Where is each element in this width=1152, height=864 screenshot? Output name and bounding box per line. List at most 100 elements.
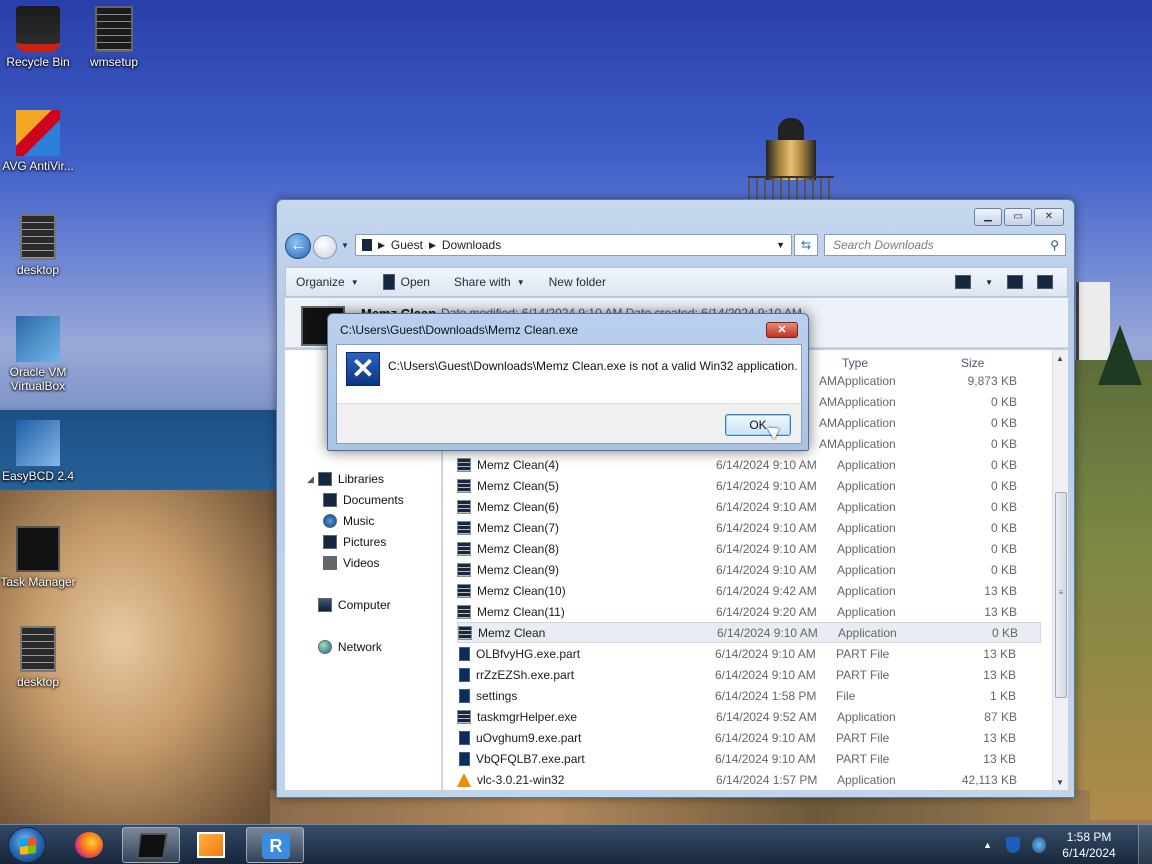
file-row[interactable]: Memz Clean(10) 6/14/2024 9:42 AM Applicati… xyxy=(457,580,1041,601)
nav-music[interactable]: Music xyxy=(323,514,374,528)
nav-libraries[interactable]: ◢ Libraries xyxy=(307,472,384,486)
show-desktop-button[interactable] xyxy=(1138,825,1152,864)
computer-icon xyxy=(317,598,332,612)
file-row[interactable]: Memz Clean(11) 6/14/2024 9:20 AM Applicati… xyxy=(457,601,1041,622)
file-name: vlc-3.0.21-win32 xyxy=(477,772,565,787)
breadcrumb-downloads[interactable]: Downloads xyxy=(442,238,501,252)
address-bar[interactable]: ▶ Guest ▶ Downloads ▼ xyxy=(355,234,792,256)
desktop-icon-desktop-2[interactable]: desktop xyxy=(0,626,76,689)
column-header-type[interactable]: Type xyxy=(842,356,868,370)
taskbar-explorer[interactable] xyxy=(122,827,180,863)
nav-pictures[interactable]: Pictures xyxy=(323,535,386,549)
forward-button[interactable] xyxy=(313,235,337,259)
change-view-icon[interactable] xyxy=(955,275,972,289)
chevron-down-icon[interactable]: ▼ xyxy=(985,278,993,287)
expand-arrow-icon[interactable]: ◢ xyxy=(307,474,314,485)
file-row[interactable]: vlc-3.0.21-win32 6/14/2024 1:57 PM Applica… xyxy=(457,769,1041,790)
file-row[interactable]: Memz Clean(7) 6/14/2024 9:10 AM Applicatio… xyxy=(457,517,1041,538)
network-status-icon[interactable] xyxy=(1032,837,1046,853)
scroll-up-icon[interactable]: ▲ xyxy=(1056,354,1064,363)
desktop-icon-label: Recycle Bin xyxy=(6,55,70,69)
desktop-icon-desktop-1[interactable]: desktop xyxy=(0,214,76,277)
scroll-thumb[interactable]: ≡ xyxy=(1055,492,1067,698)
file-name: Memz Clean(11) xyxy=(477,604,565,619)
desktop-icon-recycle-bin[interactable]: Recycle Bin xyxy=(0,6,76,69)
nav-label: Libraries xyxy=(337,472,384,486)
breadcrumb-arrow-icon[interactable]: ▶ xyxy=(429,240,436,251)
nav-network[interactable]: ◢ Network xyxy=(307,640,382,654)
application-icon xyxy=(457,457,471,472)
maximize-button[interactable]: ▭ xyxy=(1004,208,1032,226)
new-folder-button[interactable]: New folder xyxy=(549,275,606,289)
vertical-scrollbar[interactable]: ▲ ≡ ▼ xyxy=(1052,350,1068,790)
desktop-icon-avg[interactable]: AVG AntiVir... xyxy=(0,110,76,173)
taskbar-media-player[interactable] xyxy=(182,827,240,863)
share-with-button[interactable]: Share with ▼ xyxy=(454,275,525,289)
videos-icon xyxy=(323,556,337,570)
breadcrumb-arrow-icon[interactable]: ▶ xyxy=(378,240,385,251)
file-row[interactable]: taskmgrHelper.exe 6/14/2024 9:52 AM Applic… xyxy=(457,706,1041,727)
file-row[interactable]: uOvghum9.exe.part 6/14/2024 9:10 AM PART F… xyxy=(457,727,1041,748)
file-row[interactable]: OLBfvyHG.exe.part 6/14/2024 9:10 AM PART F… xyxy=(457,643,1041,664)
app-icon xyxy=(382,274,395,290)
file-row[interactable]: settings 6/14/2024 1:58 PM File 1 KB xyxy=(457,685,1041,706)
file-row[interactable]: VbQFQLB7.exe.part 6/14/2024 9:10 AM PART F… xyxy=(457,748,1041,769)
search-icon[interactable]: ⚲ xyxy=(1050,235,1059,255)
start-button[interactable] xyxy=(8,827,46,863)
desktop-icon-easybcd[interactable]: EasyBCD 2.4 xyxy=(0,420,76,483)
open-label: Open xyxy=(400,275,430,289)
nav-computer[interactable]: ◢ Computer xyxy=(307,598,391,612)
minimize-button[interactable]: ▁ xyxy=(974,208,1002,226)
file-size: 0 KB xyxy=(990,562,1017,577)
file-row[interactable]: Memz Clean(9) 6/14/2024 9:10 AM Applicatio… xyxy=(457,559,1041,580)
show-hidden-icons-icon[interactable]: ▲ xyxy=(983,840,992,850)
file-row[interactable]: Memz Clean 6/14/2024 9:10 AM Application 0 … xyxy=(457,622,1041,643)
desktop-icon-label: wmsetup xyxy=(89,55,139,69)
file-size: 1 KB xyxy=(989,688,1016,703)
desktop-icon-task-manager[interactable]: Task Manager xyxy=(0,526,76,589)
recent-pages-dropdown[interactable]: ▼ xyxy=(341,241,349,250)
dialog-close-button[interactable]: ✕ xyxy=(766,322,798,338)
file-size: 0 KB xyxy=(990,541,1017,556)
desktop-icon-virtualbox[interactable]: Oracle VM VirtualBox xyxy=(0,316,76,393)
desktop-icon-label: Oracle VM VirtualBox xyxy=(9,365,67,393)
search-input[interactable]: Search Downloads ⚲ xyxy=(824,234,1066,256)
close-button[interactable]: ✕ xyxy=(1034,208,1064,226)
file-row[interactable]: Memz Clean(8) 6/14/2024 9:10 AM Applicatio… xyxy=(457,538,1041,559)
file-size: 0 KB xyxy=(990,478,1017,493)
clock[interactable]: 1:58 PM 6/14/2024 xyxy=(1058,829,1120,861)
file-date: 6/14/2024 9:10 AM xyxy=(715,667,816,682)
file-row[interactable]: Memz Clean(4) 6/14/2024 9:10 AM Applicatio… xyxy=(457,454,1041,475)
taskbar-firefox[interactable] xyxy=(60,827,118,863)
column-header-size[interactable]: Size xyxy=(961,356,984,370)
file-date: 6/14/2024 9:10 AM xyxy=(716,520,817,535)
file-name: VbQFQLB7.exe.part xyxy=(476,751,585,766)
documents-icon xyxy=(323,493,337,507)
desktop-icon-wmsetup[interactable]: wmsetup xyxy=(76,6,152,69)
file-name: Memz Clean(6) xyxy=(477,499,560,514)
help-icon[interactable] xyxy=(1037,275,1053,289)
file-type: Application xyxy=(837,373,896,388)
security-shield-icon[interactable] xyxy=(1006,837,1020,853)
file-row[interactable]: Memz Clean(5) 6/14/2024 9:10 AM Applicatio… xyxy=(457,475,1041,496)
file-type: Application xyxy=(837,415,896,430)
breadcrumb-guest[interactable]: Guest xyxy=(391,238,423,252)
address-dropdown-icon[interactable]: ▼ xyxy=(776,240,785,250)
back-button[interactable]: ← xyxy=(285,233,311,259)
file-size: 13 KB xyxy=(984,604,1017,619)
preview-pane-icon[interactable] xyxy=(1007,275,1023,289)
refresh-button[interactable]: ⇆ xyxy=(794,234,818,256)
nav-videos[interactable]: Videos xyxy=(323,556,379,570)
nav-documents[interactable]: Documents xyxy=(323,493,404,507)
file-size: 13 KB xyxy=(983,730,1016,745)
file-row[interactable]: Memz Clean(6) 6/14/2024 9:10 AM Applicatio… xyxy=(457,496,1041,517)
avg-antivirus-icon xyxy=(16,110,60,156)
file-row[interactable]: rrZzEZSh.exe.part 6/14/2024 9:10 AM PART F… xyxy=(457,664,1041,685)
taskbar-vnc[interactable]: R xyxy=(246,827,304,863)
dialog-title: C:\Users\Guest\Downloads\Memz Clean.exe xyxy=(340,323,579,337)
scroll-down-icon[interactable]: ▼ xyxy=(1056,778,1064,787)
organize-button[interactable]: Organize ▼ xyxy=(296,275,359,289)
open-button[interactable]: Open xyxy=(382,274,430,290)
folder-icon xyxy=(362,239,372,251)
file-icon xyxy=(459,646,470,661)
